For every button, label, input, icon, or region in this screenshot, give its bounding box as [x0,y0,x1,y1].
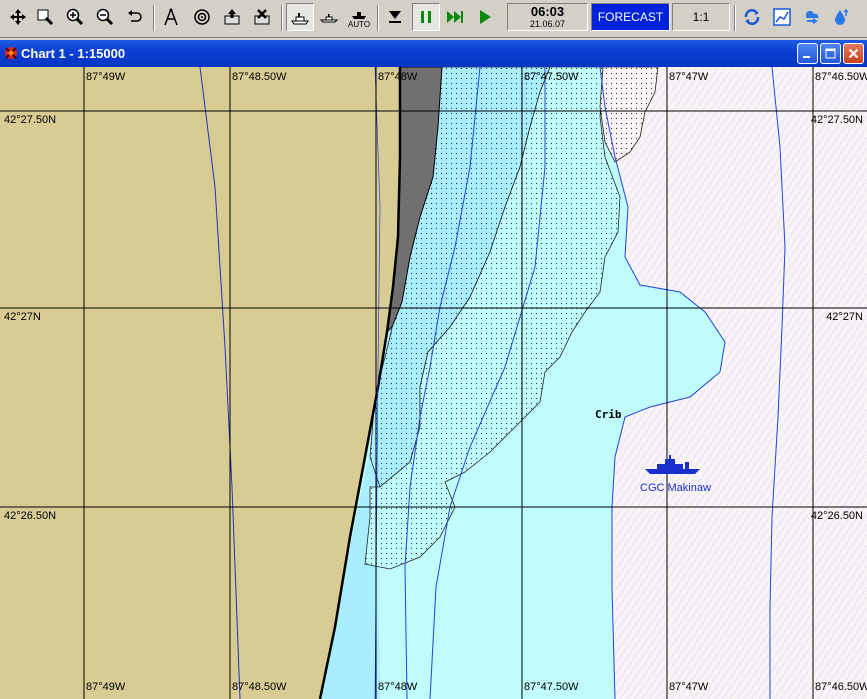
scale-display[interactable]: 1:1 [672,3,730,31]
lon-label-top: 87°48.50W [232,71,287,83]
clear-icon[interactable] [249,4,275,30]
zoom-in-icon[interactable] [62,4,88,30]
close-icon [848,48,859,59]
close-button[interactable] [843,43,864,64]
own-ship-icon[interactable] [286,3,314,31]
minimize-button[interactable] [797,43,818,64]
lon-label-bottom: 87°47W [669,681,709,693]
lon-label-bottom: 87°48.50W [232,681,287,693]
zoom-rect-icon[interactable] [32,4,58,30]
lat-label-right: 42°27N [826,311,863,323]
rotate-icon[interactable] [739,4,765,30]
lon-label-bottom: 87°49W [86,681,126,693]
crib-label: Crib [595,408,622,421]
clock-time: 06:03 [530,4,565,19]
minimize-icon [803,56,810,58]
undo-icon[interactable] [122,4,148,30]
toolbar-separator [153,5,155,31]
forecast-button[interactable]: FORECAST [591,3,670,31]
chart-window-titlebar[interactable]: Chart 1 - 1:15000 [0,40,867,67]
lon-label-top: 87°48W [378,71,418,83]
lon-label-top: 87°46.50W [815,71,867,83]
lat-label-left: 42°26.50N [4,510,57,522]
compass-dividers-icon[interactable] [158,4,184,30]
play-icon[interactable] [472,4,498,30]
window-title: Chart 1 - 1:15000 [21,46,126,61]
lon-label-bottom: 87°48W [378,681,418,693]
lon-label-top: 87°47.50W [524,71,579,83]
nautical-chart-view[interactable]: 87°49W 87°48.50W 87°48W 87°47.50W 87°47W… [0,67,867,699]
main-toolbar: AUTO 06:03 21.06.07 FORECAST 1:1 [0,0,867,38]
lon-label-bottom: 87°47.50W [524,681,579,693]
lon-label-bottom: 87°46.50W [815,681,867,693]
maximize-button[interactable] [820,43,841,64]
toolbar-separator [734,5,736,31]
ship-center-icon[interactable] [316,4,342,30]
toolbar-separator [281,5,283,31]
drop-icon[interactable] [382,4,408,30]
lon-label-top: 87°47W [669,71,709,83]
auto-label: AUTO [348,20,371,29]
target-icon[interactable] [189,4,215,30]
fast-forward-icon[interactable] [442,4,468,30]
chart-canvas [0,67,867,699]
chart-graph-icon[interactable] [769,4,795,30]
lat-label-left: 42°27.50N [4,114,57,126]
weather-icon[interactable] [799,4,825,30]
pause-icon[interactable] [412,3,440,31]
maximize-icon [825,48,836,59]
zoom-out-icon[interactable] [92,4,118,30]
lat-label-left: 42°27N [4,311,41,323]
lat-label-right: 42°26.50N [810,510,863,522]
export-icon[interactable] [219,4,245,30]
clock-display: 06:03 21.06.07 [507,3,588,31]
vessel-label[interactable]: CGC Makinaw [640,482,711,494]
toolbar-separator [377,5,379,31]
clock-date: 21.06.07 [529,19,566,29]
lat-label-right: 42°27.50N [810,114,863,126]
tide-icon[interactable] [829,4,855,30]
move-icon[interactable] [5,4,31,30]
lon-label-top: 87°49W [86,71,126,83]
chart-app-icon [5,47,17,59]
